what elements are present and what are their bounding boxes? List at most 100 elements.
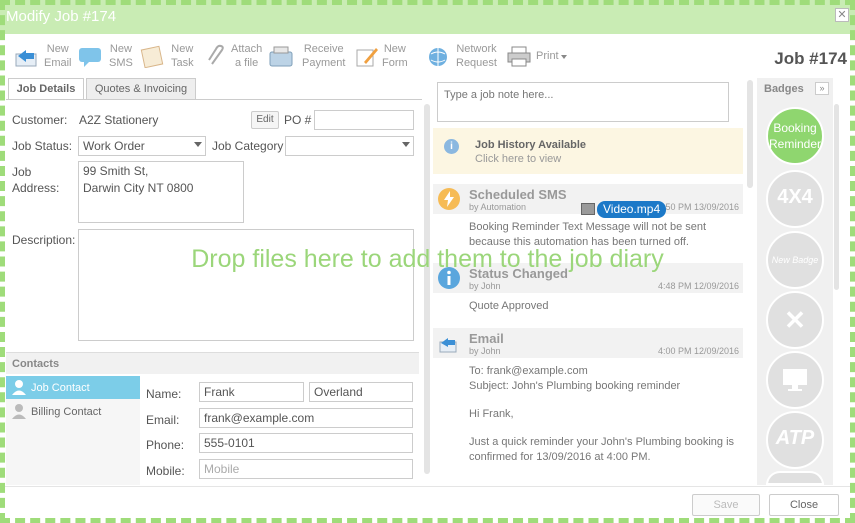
badge-partial[interactable]	[766, 471, 824, 485]
email-paragraph: Just a quick reminder your John's Plumbi…	[469, 436, 735, 463]
mobile-field[interactable]: Mobile	[199, 459, 413, 479]
job-status-select[interactable]: Work Order	[78, 136, 206, 156]
entry-date: 4:50 PM 13/09/2016	[657, 202, 739, 212]
badge-cross[interactable]: ✕	[766, 291, 824, 349]
job-history-banner[interactable]: i Job History Available Click here to vi…	[433, 128, 743, 174]
receive-payment-button[interactable]: Receive Payment	[268, 42, 348, 72]
info-icon	[438, 267, 460, 289]
job-status-label: Job Status:	[12, 139, 73, 153]
paperclip-icon	[208, 44, 224, 65]
form-pencil-icon	[356, 48, 378, 67]
po-label: PO #	[284, 113, 312, 127]
entry-author: by John	[469, 346, 501, 356]
person-icon	[12, 404, 26, 419]
entry-body: To: frank@example.com Subject: John's Pl…	[469, 364, 741, 465]
new-form-button[interactable]: New Form	[354, 42, 410, 72]
attach-file-button[interactable]: Attach a file	[204, 42, 264, 72]
notepad-icon	[140, 45, 164, 68]
mobile-label: Mobile:	[146, 464, 185, 478]
email-field[interactable]: frank@example.com	[199, 408, 413, 428]
entry-author: by John	[469, 281, 501, 291]
billing-contact-item[interactable]: Billing Contact	[6, 400, 140, 423]
email-to: To: frank@example.com	[469, 365, 588, 377]
address-line-1: 99 Smith St,	[83, 164, 149, 178]
description-label: Description:	[12, 233, 76, 247]
badge-monitor[interactable]	[766, 351, 824, 409]
new-sms-button[interactable]: New SMS	[78, 42, 134, 72]
entry-title: Email	[469, 331, 504, 346]
job-address-textarea[interactable]: 99 Smith St, Darwin City NT 0800	[78, 161, 244, 223]
description-textarea[interactable]	[78, 229, 414, 341]
name-label: Name:	[146, 387, 182, 401]
entry-date: 4:48 PM 12/09/2016	[657, 281, 739, 291]
first-name-input[interactable]: Frank	[199, 382, 304, 402]
job-category-label: Job Category	[212, 139, 284, 153]
new-task-button[interactable]: New Task	[140, 42, 196, 72]
chevron-down-icon	[194, 142, 202, 147]
diary-entry: Scheduled SMS by Automation 4:50 PM 13/0…	[433, 184, 743, 258]
badge-new-badge[interactable]: New Badge	[766, 231, 824, 289]
chevron-down-icon	[402, 142, 410, 147]
monitor-icon	[783, 369, 807, 391]
close-icon[interactable]: ✕	[835, 8, 849, 22]
printer-icon	[507, 46, 531, 67]
po-number-input[interactable]	[314, 110, 414, 130]
tab-quotes-invoicing[interactable]: Quotes & Invoicing	[86, 78, 196, 100]
entry-body: Quote Approved	[469, 300, 549, 312]
job-address-label-line1: Job	[12, 165, 32, 179]
film-icon	[581, 203, 595, 215]
print-button[interactable]: Print	[506, 42, 568, 72]
customer-label: Customer:	[12, 113, 68, 127]
close-button[interactable]: Close	[769, 494, 839, 516]
dragged-file-name: Video.mp4	[597, 201, 667, 218]
job-status-value: Work Order	[83, 139, 145, 153]
job-number-heading: Job #174	[774, 49, 847, 68]
job-details-panel: Job Details Quotes & Invoicing Customer:…	[6, 78, 422, 485]
toolbar: New Email New SMS New Task Attach a file…	[0, 38, 855, 76]
footer-divider	[0, 486, 855, 487]
diary-entry: Status Changed by John 4:48 PM 12/09/201…	[433, 263, 743, 317]
history-link[interactable]: Click here to view	[475, 153, 561, 165]
save-button[interactable]: Save	[692, 494, 760, 516]
lightning-icon	[438, 188, 460, 210]
new-email-button[interactable]: New Email	[14, 42, 72, 72]
expand-icon[interactable]: »	[815, 82, 829, 95]
diary-scrollbar[interactable]	[747, 80, 753, 188]
job-address-label-line2: Address:	[12, 181, 60, 195]
entry-title: Scheduled SMS	[469, 187, 567, 202]
phone-field[interactable]: 555-0101	[199, 433, 413, 453]
diary-entry: Email by John 4:00 PM 12/09/2016 To: fra…	[433, 328, 743, 485]
job-category-select[interactable]	[285, 136, 414, 156]
email-greeting: Hi Frank,	[469, 408, 514, 420]
badge-atp[interactable]: ATP	[766, 411, 824, 469]
tab-job-details[interactable]: Job Details	[8, 78, 84, 100]
job-contact-item[interactable]: Job Contact	[6, 376, 140, 399]
job-note-input[interactable]: Type a job note here...	[437, 82, 729, 122]
phone-label: Phone:	[146, 438, 185, 452]
cross-icon: ✕	[784, 305, 806, 335]
tab-divider	[6, 99, 422, 100]
job-diary-panel: Type a job note here... i Job History Av…	[433, 78, 743, 485]
info-icon: i	[444, 139, 459, 154]
cash-register-icon	[269, 46, 293, 67]
email-arrow-icon	[439, 338, 457, 353]
last-name-input[interactable]: Overland	[309, 382, 413, 402]
badges-scrollbar[interactable]	[834, 104, 839, 290]
email-label: Email:	[146, 413, 180, 427]
left-panel-scrollbar[interactable]	[424, 104, 430, 474]
title-bar: Modify Job #174 ✕	[0, 0, 855, 34]
edit-customer-button[interactable]: Edit	[251, 111, 279, 129]
entry-title: Status Changed	[469, 266, 568, 281]
history-title: Job History Available	[475, 139, 587, 151]
badge-booking-reminder[interactable]: Booking Reminder	[766, 107, 824, 165]
badge-4x4[interactable]: 4X4	[766, 170, 824, 228]
window-title: Modify Job #174	[6, 8, 117, 25]
sms-bubble-icon	[79, 48, 101, 67]
globe-icon	[429, 48, 447, 66]
customer-value: A2Z Stationery	[79, 113, 159, 127]
network-request-button[interactable]: Network Request	[426, 42, 500, 72]
entry-author: by Automation	[469, 202, 527, 212]
address-line-2: Darwin City NT 0800	[83, 181, 194, 195]
contacts-header: Contacts	[6, 352, 419, 374]
chevron-down-icon	[561, 55, 567, 59]
